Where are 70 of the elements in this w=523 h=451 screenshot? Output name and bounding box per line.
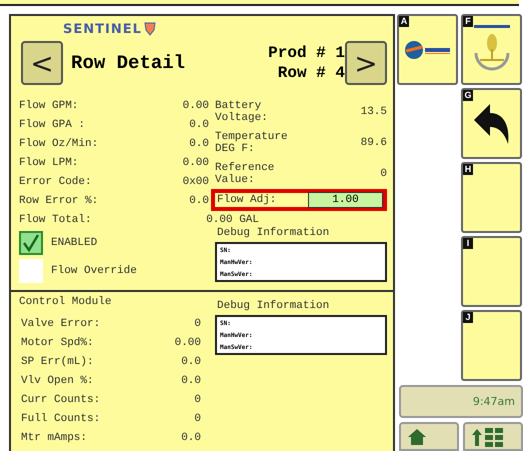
reading-value: 0 (194, 318, 201, 330)
clock-time: 9:47am (472, 395, 515, 408)
softkey-letter: G (463, 90, 473, 101)
reading-value: 0 (380, 168, 387, 180)
reading-label: Row Error %: (19, 194, 98, 206)
reading-value: 0.0 (189, 138, 209, 150)
flow-adjust-field[interactable]: 1.00 (308, 192, 383, 208)
page-title: Row Detail (71, 52, 186, 74)
debug-title: Debug Information (217, 227, 330, 239)
reading-label: Error Code: (19, 176, 92, 188)
reading-label: Flow LPM: (19, 156, 78, 168)
product-number: Prod # 1 (268, 43, 345, 63)
reading-label: Flow Adj: (217, 194, 276, 206)
up-arrow-grid-icon (471, 426, 505, 446)
logo-text: SENTINEL (63, 22, 142, 36)
shield-logo-icon (144, 22, 156, 36)
reading-label: Curr Counts: (21, 394, 100, 406)
reading-label: Vlv Open %: (21, 374, 94, 386)
softkey-letter: F (463, 16, 473, 27)
reading-label: Mtr mAmps: (21, 432, 88, 444)
reading-label: Motor Spd%: (21, 336, 94, 348)
reading-value: 0.00 (174, 336, 201, 348)
softkey-letter: I (463, 238, 473, 249)
section-title: Control Module (19, 296, 112, 310)
reading-value: 0.00 GAL (206, 214, 259, 226)
reading-value: 89.6 (360, 136, 387, 148)
reading-value: 0.00 (182, 100, 209, 112)
reading-label: SP Err(mL): (21, 356, 94, 368)
check-icon (23, 234, 39, 252)
back-arrow-icon (472, 102, 512, 146)
reading-label: Temperature DEG F: (215, 130, 289, 154)
reading-value: 0.00 (182, 156, 209, 168)
reading-value: 0 (194, 412, 201, 424)
reading-label: Flow Oz/Min: (19, 138, 98, 150)
row-number: Row # 4 (278, 63, 345, 83)
softkey-button[interactable]: F (461, 14, 522, 85)
reading-value: 0.0 (181, 374, 201, 386)
reading-value: 0.0 (189, 194, 209, 206)
softkey-button[interactable]: I (461, 236, 522, 307)
reading-value: 0.0 (189, 118, 209, 130)
next-button[interactable]: > (344, 41, 388, 85)
softkey-button[interactable]: H (461, 162, 522, 233)
reading-label: Full Counts: (21, 412, 100, 424)
checkbox[interactable] (19, 259, 43, 283)
previous-button[interactable]: < (21, 41, 64, 85)
reading-value: 0 (194, 394, 201, 406)
softkey-letter: H (463, 164, 473, 175)
softkey-button[interactable]: J (461, 310, 522, 381)
softkey-button[interactable]: G (461, 88, 522, 159)
reading-value: 0x00 (182, 176, 209, 188)
softkey-button[interactable]: A (397, 14, 458, 85)
reading-value: 13.5 (360, 106, 387, 118)
reading-label: Flow GPA : (19, 118, 86, 130)
home-button[interactable] (399, 422, 459, 451)
softkey-letter: A (399, 16, 409, 27)
reading-value: 0.0 (181, 356, 201, 368)
menu-grid-button[interactable] (463, 422, 523, 451)
company-logo (404, 38, 452, 60)
reading-label: Battery Voltage: (215, 100, 269, 124)
reading-label: Valve Error: (21, 318, 100, 330)
checkbox[interactable] (19, 231, 43, 255)
reading-value: 0.0 (181, 432, 201, 444)
checkbox-label: Flow Override (51, 265, 137, 277)
home-icon (407, 428, 427, 446)
checkbox-label: ENABLED (51, 237, 98, 249)
debug-title: Debug Information (217, 300, 330, 312)
reading-label: Reference Value: (215, 162, 276, 186)
reading-label: Flow Total: (19, 214, 92, 226)
reading-label: Flow GPM: (19, 100, 78, 112)
softkey-letter: J (463, 312, 473, 323)
